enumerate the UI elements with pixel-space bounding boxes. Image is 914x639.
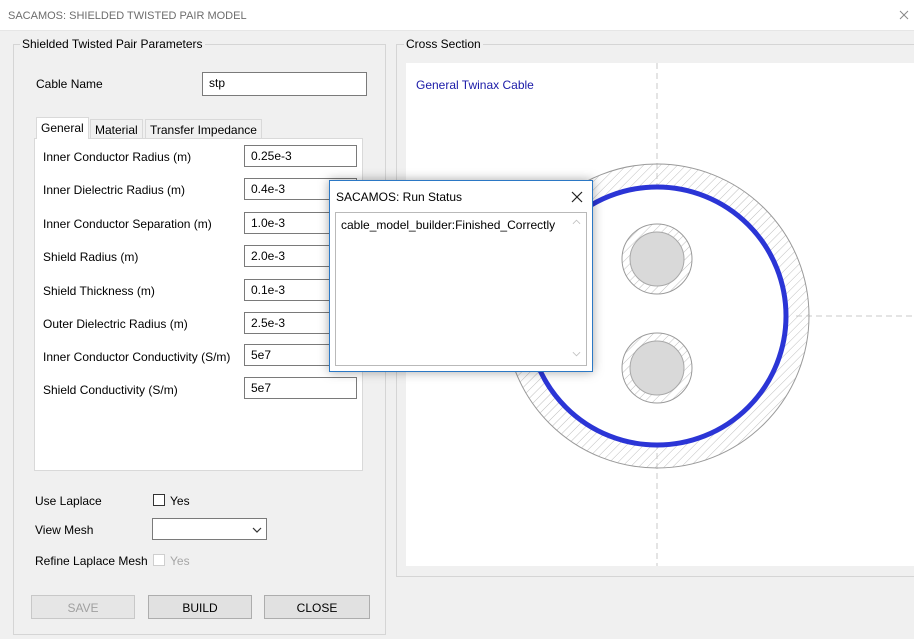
scroll-down-icon[interactable] xyxy=(572,351,581,357)
refine-laplace-mesh-yes-label: Yes xyxy=(170,554,190,568)
run-status-title: SACAMOS: Run Status xyxy=(336,190,463,204)
shield-conductivity-label: Shield Conductivity (S/m) xyxy=(43,383,178,397)
tab-general[interactable]: General xyxy=(36,117,89,139)
use-laplace-yes-label: Yes xyxy=(170,494,190,508)
cross-section-group-title: Cross Section xyxy=(404,37,483,51)
window-title: SACAMOS: SHIELDED TWISTED PAIR MODEL xyxy=(8,10,247,22)
use-laplace-checkbox[interactable] xyxy=(153,494,165,506)
chevron-down-icon xyxy=(252,527,262,533)
view-mesh-label: View Mesh xyxy=(35,523,94,537)
close-button[interactable]: CLOSE xyxy=(264,595,370,619)
run-status-dialog: SACAMOS: Run Status cable_model_builder:… xyxy=(329,180,593,372)
shield-radius-label: Shield Radius (m) xyxy=(43,250,139,264)
shield-conductivity-input[interactable]: 5e7 xyxy=(244,377,357,399)
tab-transfer-impedance[interactable]: Transfer Impedance xyxy=(145,119,262,139)
outer-dielectric-radius-label: Outer Dielectric Radius (m) xyxy=(43,317,188,331)
refine-laplace-mesh-label: Refine Laplace Mesh xyxy=(35,554,148,568)
build-button[interactable]: BUILD xyxy=(148,595,252,619)
lower-conductor xyxy=(629,340,685,396)
run-status-message: cable_model_builder:Finished_Correctly xyxy=(341,218,556,232)
use-laplace-label: Use Laplace xyxy=(35,494,102,508)
dialog-close-icon[interactable] xyxy=(571,191,583,203)
inner-dielectric-radius-label: Inner Dielectric Radius (m) xyxy=(43,183,186,197)
save-button[interactable]: SAVE xyxy=(31,595,135,619)
inner-conductor-radius-input[interactable]: 0.25e-3 xyxy=(244,145,357,167)
title-bar: SACAMOS: SHIELDED TWISTED PAIR MODEL xyxy=(0,0,914,31)
close-icon[interactable] xyxy=(897,8,911,22)
inner-conductor-separation-label: Inner Conductor Separation (m) xyxy=(43,217,212,231)
parameters-group-title: Shielded Twisted Pair Parameters xyxy=(20,37,205,51)
inner-conductor-radius-label: Inner Conductor Radius (m) xyxy=(43,150,192,164)
tab-material[interactable]: Material xyxy=(90,119,143,139)
view-mesh-dropdown[interactable] xyxy=(152,518,267,540)
inner-conductor-conductivity-label: Inner Conductor Conductivity (S/m) xyxy=(43,350,231,364)
run-status-output[interactable]: cable_model_builder:Finished_Correctly xyxy=(335,212,587,366)
refine-laplace-mesh-checkbox[interactable] xyxy=(153,554,165,566)
scroll-up-icon[interactable] xyxy=(572,219,581,225)
shield-thickness-label: Shield Thickness (m) xyxy=(43,284,155,298)
scrollbar[interactable] xyxy=(568,213,586,365)
cable-name-input[interactable]: stp xyxy=(202,72,367,96)
cable-name-label: Cable Name xyxy=(36,77,103,91)
upper-conductor xyxy=(629,231,685,287)
